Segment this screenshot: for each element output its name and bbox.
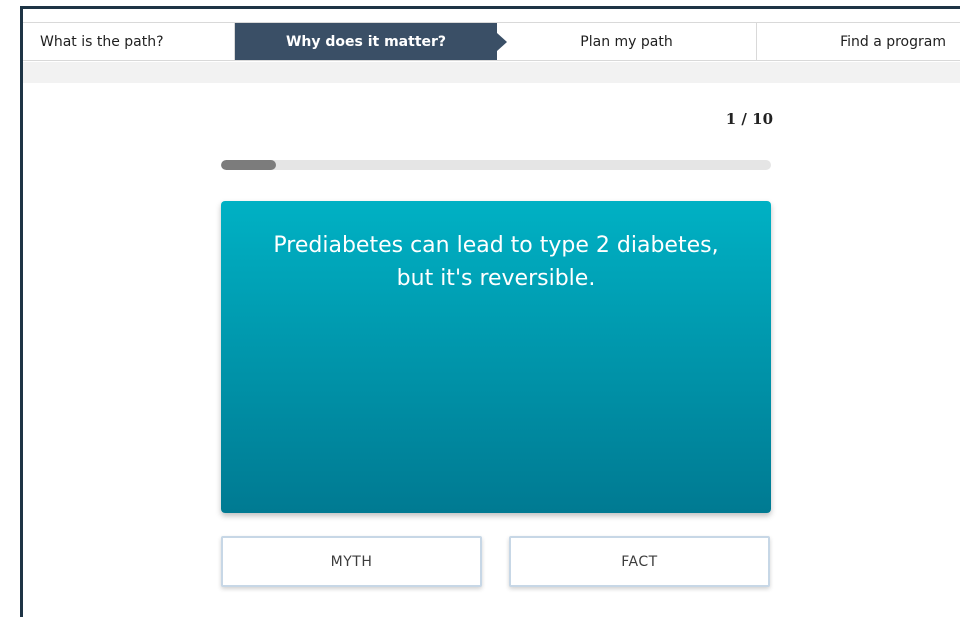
quiz-progress-fill [221, 160, 276, 170]
fact-button[interactable]: FACT [509, 536, 770, 587]
subheader-strip [23, 62, 960, 83]
tab-find-a-program[interactable]: Find a program [757, 23, 960, 60]
app-frame: What is the path? Why does it matter? Pl… [20, 6, 960, 617]
statement-card: Prediabetes can lead to type 2 diabetes,… [221, 201, 771, 513]
statement-text: Prediabetes can lead to type 2 diabetes,… [273, 233, 719, 291]
myth-button[interactable]: MYTH [221, 536, 482, 587]
quiz-progress-bar [221, 160, 771, 170]
tab-why-does-it-matter[interactable]: Why does it matter? [235, 23, 507, 60]
question-counter: 1 / 10 [725, 110, 773, 128]
step-tabs: What is the path? Why does it matter? Pl… [23, 22, 960, 61]
tab-what-is-the-path[interactable]: What is the path? [23, 23, 235, 60]
tab-plan-my-path[interactable]: Plan my path [497, 23, 757, 60]
